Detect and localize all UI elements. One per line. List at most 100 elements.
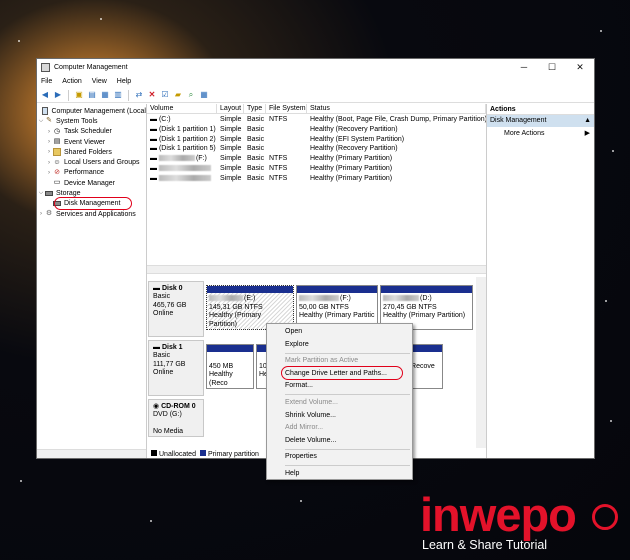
legend-primary: Primary partition: [199, 449, 259, 458]
redacted-label: [158, 165, 211, 172]
cdrom-icon: ◉ CD-ROM 0: [153, 403, 196, 410]
maximize-button[interactable]: ☐: [538, 62, 566, 73]
highlight-circle: [54, 197, 132, 210]
menu-item-extend-volume: Extend Volume...: [285, 398, 338, 406]
table-row[interactable]: ▬ (Disk 1 partition 2) Simple Basic Heal…: [147, 135, 486, 145]
chevron-right-icon: ▶: [584, 130, 590, 137]
table-row[interactable]: ▬ Simple Basic NTFS Healthy (Primary Par…: [147, 164, 486, 174]
close-button[interactable]: ✕: [566, 62, 594, 73]
list-view-icon[interactable]: ▦: [100, 90, 110, 100]
menu-item-open[interactable]: Open: [267, 326, 412, 339]
logo-tagline: Learn & Share Tutorial: [422, 538, 548, 552]
disk-0-label[interactable]: ▬ Disk 0 Basic 465,76 GB Online: [148, 281, 204, 337]
menu-item-shrink-volume[interactable]: Shrink Volume...: [267, 410, 412, 423]
tree-system-tools[interactable]: ⌵ ✎ System Tools: [37, 116, 146, 126]
redacted-label: [158, 174, 211, 181]
menu-file[interactable]: File: [41, 78, 52, 85]
tree-horizontal-scrollbar[interactable]: [37, 449, 146, 458]
tools-icon: ✎: [46, 117, 52, 125]
properties-icon[interactable]: ▥: [113, 90, 123, 100]
show-hide-tree-icon[interactable]: ▤: [87, 90, 97, 100]
highlight-circle: [281, 366, 403, 380]
table-row[interactable]: ▬ (Disk 1 partition 5) Simple Basic Heal…: [147, 144, 486, 154]
disk-icon: ▬ Disk 1: [153, 344, 183, 351]
column-status[interactable]: Status: [307, 104, 486, 113]
actions-section-disk-management[interactable]: Disk Management ▲: [487, 115, 594, 127]
folder-icon[interactable]: ▰: [173, 90, 183, 100]
tree-task-scheduler[interactable]: › ◷ Task Scheduler: [37, 127, 146, 137]
disk-icon: ▬: [150, 165, 159, 172]
table-row[interactable]: ▬ (Disk 1 partition 1) Simple Basic Heal…: [147, 125, 486, 135]
storage-icon: [45, 191, 53, 197]
menu-view[interactable]: View: [92, 78, 107, 85]
tree-performance[interactable]: › ⊘ Performance: [37, 168, 146, 178]
menu-help[interactable]: Help: [117, 78, 131, 85]
inwepo-logo: inwepo Learn & Share Tutorial: [420, 490, 620, 556]
menu-item-help[interactable]: Help: [267, 468, 412, 481]
disk-icon: ▬: [150, 135, 159, 143]
up-folder-icon[interactable]: ▣: [74, 90, 84, 100]
redacted-label: [383, 295, 419, 302]
table-row[interactable]: ▬ Simple Basic NTFS Healthy (Primary Par…: [147, 174, 486, 184]
disk-icon: ▬: [150, 116, 159, 123]
window-title: Computer Management: [54, 63, 128, 71]
table-row[interactable]: ▬ (C:) Simple Basic NTFS Healthy (Boot, …: [147, 115, 486, 125]
tree-shared-folders[interactable]: › Shared Folders: [37, 147, 146, 157]
collapse-icon: ▲: [584, 117, 591, 124]
logo-power-icon: [592, 504, 618, 530]
disk-legend: Unallocated Primary partition: [151, 449, 259, 458]
event-log-icon: ▤: [53, 138, 61, 146]
forward-icon[interactable]: ▶: [53, 90, 63, 100]
title-bar: Computer Management ─ ☐ ✕: [37, 59, 594, 75]
more-actions[interactable]: More Actions ▶: [487, 127, 594, 140]
menu-item-delete-volume[interactable]: Delete Volume...: [267, 435, 412, 448]
table-row[interactable]: ▬ (F:) Simple Basic NTFS Healthy (Primar…: [147, 154, 486, 164]
folder-icon: [53, 148, 61, 157]
column-type[interactable]: Type: [244, 104, 266, 113]
column-layout[interactable]: Layout: [217, 104, 244, 113]
volume-list-header: Volume Layout Type File System Status: [147, 104, 486, 114]
clock-icon: ◷: [53, 127, 61, 135]
disk-icon: ▬: [150, 145, 159, 153]
actions-title: Actions: [487, 104, 594, 115]
tree-local-users[interactable]: › ☺ Local Users and Groups: [37, 157, 146, 167]
search-icon[interactable]: ⌕: [186, 90, 196, 100]
computer-icon: [42, 107, 49, 116]
disk-icon: ▬ Disk 0: [153, 285, 183, 292]
context-menu: Open Explore Mark Partition as Active Ch…: [266, 323, 413, 480]
disk-map-vertical-scrollbar[interactable]: [476, 277, 486, 448]
back-icon[interactable]: ◀: [40, 90, 50, 100]
disk-icon: ▬: [150, 125, 159, 133]
menu-item-explore[interactable]: Explore: [267, 339, 412, 352]
performance-icon: ⊘: [54, 168, 60, 176]
disk-icon: ▬: [150, 174, 159, 182]
logo-brand: inwepo: [420, 488, 577, 541]
tree-root[interactable]: Computer Management (Local: [37, 106, 146, 116]
menu-item-format[interactable]: Format...: [267, 380, 412, 393]
menu-bar: File Action View Help: [37, 75, 594, 88]
tree-event-viewer[interactable]: › ▤ Event Viewer: [37, 137, 146, 147]
cdrom-label[interactable]: ◉ CD-ROM 0 DVD (G:) No Media: [148, 399, 204, 437]
computer-management-icon: [41, 62, 50, 72]
menu-action[interactable]: Action: [62, 78, 81, 85]
menu-item-properties[interactable]: Properties: [267, 451, 412, 464]
volume-list-horizontal-scrollbar[interactable]: [147, 265, 486, 274]
connect-icon[interactable]: ⇄: [134, 90, 144, 100]
grid-icon[interactable]: ▦: [199, 90, 209, 100]
disk-icon: ▬: [150, 155, 159, 163]
minimize-button[interactable]: ─: [510, 62, 538, 72]
redacted-label: [158, 155, 195, 162]
users-icon: ☺: [53, 158, 61, 166]
disk-1-label[interactable]: ▬ Disk 1 Basic 111,77 GB Online: [148, 340, 204, 396]
column-file-system[interactable]: File System: [266, 104, 307, 113]
tree-services[interactable]: › ⚙ Services and Applications: [37, 209, 146, 219]
device-icon: ▭: [53, 179, 61, 187]
partition-recovery-1[interactable]: 450 MB Healthy (Reco: [206, 344, 254, 389]
legend-unallocated: Unallocated: [151, 449, 196, 458]
redacted-label: [299, 295, 339, 302]
tree-device-manager[interactable]: ▭ Device Manager: [37, 178, 146, 188]
navigation-tree: Computer Management (Local ⌵ ✎ System Tool…: [37, 104, 147, 458]
delete-icon[interactable]: ✕: [147, 90, 157, 100]
checklist-icon[interactable]: ☑: [160, 90, 170, 100]
column-volume[interactable]: Volume: [147, 104, 217, 113]
